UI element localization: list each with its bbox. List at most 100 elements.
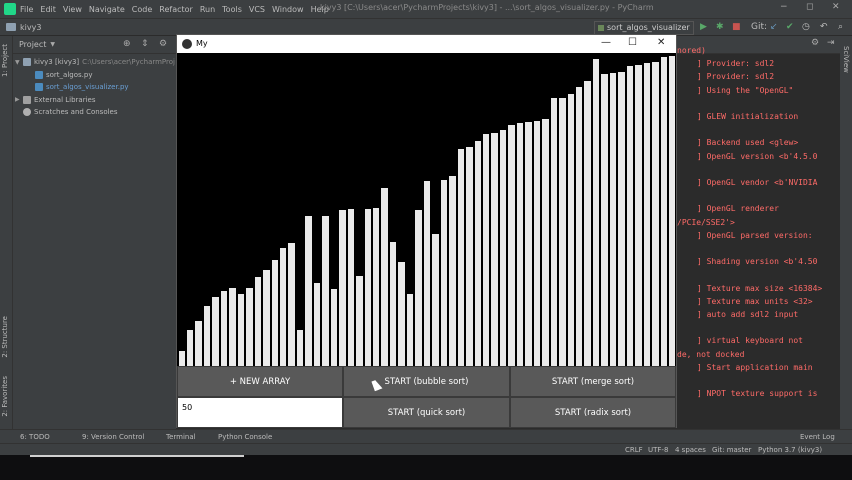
tab-python-console[interactable]: Python Console [218, 433, 272, 441]
tab-todo[interactable]: 6: TODO [20, 433, 50, 441]
array-bar [305, 216, 312, 366]
tree-item-label: sort_algos_visualizer.py [46, 83, 129, 92]
breadcrumb-project[interactable]: kivy3 [20, 23, 41, 32]
debug-icon[interactable]: ✱ [716, 22, 724, 32]
hide-panel-icon[interactable]: ⇥ [827, 38, 835, 48]
git-branch-status[interactable]: Git: master [712, 446, 751, 454]
tab-scientific[interactable]: SciView [842, 46, 850, 73]
folder-icon [6, 23, 16, 31]
new-array-button[interactable]: + NEW ARRAY [177, 366, 343, 397]
sort-visualizer-canvas [177, 53, 676, 366]
radix-sort-button[interactable]: START (radix sort) [510, 397, 676, 428]
bubble-sort-button[interactable]: START (bubble sort) [343, 366, 510, 397]
tree-item-label: sort_algos.py [46, 70, 93, 79]
array-bar [415, 210, 422, 366]
array-bar [466, 147, 473, 366]
tab-structure[interactable]: 2: Structure [1, 316, 9, 358]
left-tool-strip: 1: Project 2: Structure 2: Favorites [0, 36, 13, 442]
git-label: Git: [751, 22, 768, 32]
tree-item-root[interactable]: ▼ kivy3 [kivy3] C:\Users\acer\PycharmPro… [13, 56, 176, 69]
locate-icon[interactable]: ⊕ [123, 39, 131, 49]
project-tree: ▼ kivy3 [kivy3] C:\Users\acer\PycharmPro… [13, 54, 176, 119]
array-bar [330, 289, 338, 366]
array-bar [576, 87, 583, 366]
menu-window[interactable]: Window [272, 5, 304, 14]
quick-sort-button[interactable]: START (quick sort) [343, 397, 510, 428]
run-config-select[interactable]: sort_algos_visualizer [594, 21, 694, 35]
event-log-button[interactable]: Event Log [800, 433, 835, 441]
project-panel: Project ▼ ⊕ ⇕ ⚙ ▼ kivy3 [kivy3] C:\Users… [13, 36, 176, 429]
minimize-icon[interactable]: — [601, 37, 611, 48]
array-bar [339, 210, 346, 366]
indent-status[interactable]: 4 spaces [675, 446, 706, 454]
window-title: kivy3 [C:\Users\acer\PycharmProjects\kiv… [320, 3, 654, 12]
gear-icon[interactable]: ⚙ [159, 39, 167, 49]
tab-favorites[interactable]: 2: Favorites [1, 376, 9, 417]
array-bar [279, 248, 287, 366]
array-bar [491, 133, 498, 366]
close-icon[interactable]: ✕ [657, 37, 665, 48]
minimize-icon[interactable]: − [780, 2, 788, 12]
array-bar [186, 330, 194, 366]
maximize-icon[interactable]: ☐ [628, 37, 637, 48]
array-bar [432, 234, 439, 366]
vcs-commit-icon[interactable]: ✔ [786, 22, 794, 32]
tree-item-label: kivy3 [kivy3] [34, 58, 80, 67]
console-line: ] GLEW initialization [697, 112, 799, 121]
menu-run[interactable]: Run [200, 5, 215, 14]
array-bar [423, 181, 431, 366]
close-icon[interactable]: ✕ [832, 2, 840, 12]
revert-icon[interactable]: ↶ [820, 22, 828, 32]
tab-version-control[interactable]: 9: Version Control [82, 433, 144, 441]
array-bar [364, 209, 372, 366]
tree-item-file[interactable]: sort_algos_visualizer.py [13, 81, 176, 94]
encoding-status[interactable]: UTF-8 [648, 446, 668, 454]
search-icon[interactable]: ⌕ [838, 22, 843, 32]
expand-arrow-icon[interactable]: ▼ [15, 59, 23, 66]
array-bar [652, 62, 659, 366]
maximize-icon[interactable]: ◻ [806, 2, 813, 12]
array-bar [296, 330, 304, 366]
console-line: ] OpenGL renderer [697, 204, 779, 214]
array-bar [254, 277, 262, 366]
gear-icon[interactable]: ⚙ [811, 38, 819, 48]
console-line: ] OpenGL version <b'4.5.0 [697, 151, 818, 161]
interpreter-status[interactable]: Python 3.7 (kivy3) [758, 446, 822, 454]
kivy-window-title: My [196, 39, 208, 48]
tab-terminal[interactable]: Terminal [166, 433, 196, 441]
os-taskbar [0, 455, 852, 480]
array-bar [626, 66, 634, 366]
merge-sort-button[interactable]: START (merge sort) [510, 366, 676, 397]
menu-navigate[interactable]: Navigate [89, 5, 125, 14]
array-bar [669, 56, 676, 366]
run-icon[interactable]: ▶ [700, 22, 707, 32]
array-bar [457, 149, 465, 366]
chevron-down-icon[interactable]: ▼ [50, 41, 55, 48]
folder-icon [23, 58, 31, 67]
expand-arrow-icon[interactable]: ▶ [15, 96, 23, 103]
stop-icon[interactable]: ■ [732, 22, 741, 32]
console-line: ] Backend used <glew> [697, 138, 799, 148]
line-separator-status[interactable]: CRLF [625, 446, 643, 454]
array-bar [313, 283, 321, 366]
menu-view[interactable]: View [63, 5, 82, 14]
collapse-icon[interactable]: ⇕ [141, 39, 149, 49]
menu-edit[interactable]: Edit [40, 5, 56, 14]
tree-item-file[interactable]: sort_algos.py [13, 69, 176, 82]
array-size-input[interactable]: 50 [177, 397, 343, 428]
tab-project[interactable]: 1: Project [1, 44, 9, 77]
array-bar [381, 188, 388, 366]
array-bar [516, 123, 524, 366]
menu-tools[interactable]: Tools [222, 5, 242, 14]
project-panel-title[interactable]: Project [19, 40, 46, 49]
menu-file[interactable]: File [20, 5, 33, 14]
array-bar [449, 176, 456, 366]
menu-vcs[interactable]: VCS [249, 5, 265, 14]
tree-item-libraries[interactable]: ▶ External Libraries [13, 94, 176, 107]
vcs-update-icon[interactable]: ↙ [770, 22, 778, 32]
array-bar [601, 74, 608, 366]
menu-refactor[interactable]: Refactor [159, 5, 193, 14]
menu-code[interactable]: Code [132, 5, 152, 14]
history-icon[interactable]: ◷ [802, 22, 810, 32]
tree-item-scratches[interactable]: Scratches and Consoles [13, 106, 176, 119]
